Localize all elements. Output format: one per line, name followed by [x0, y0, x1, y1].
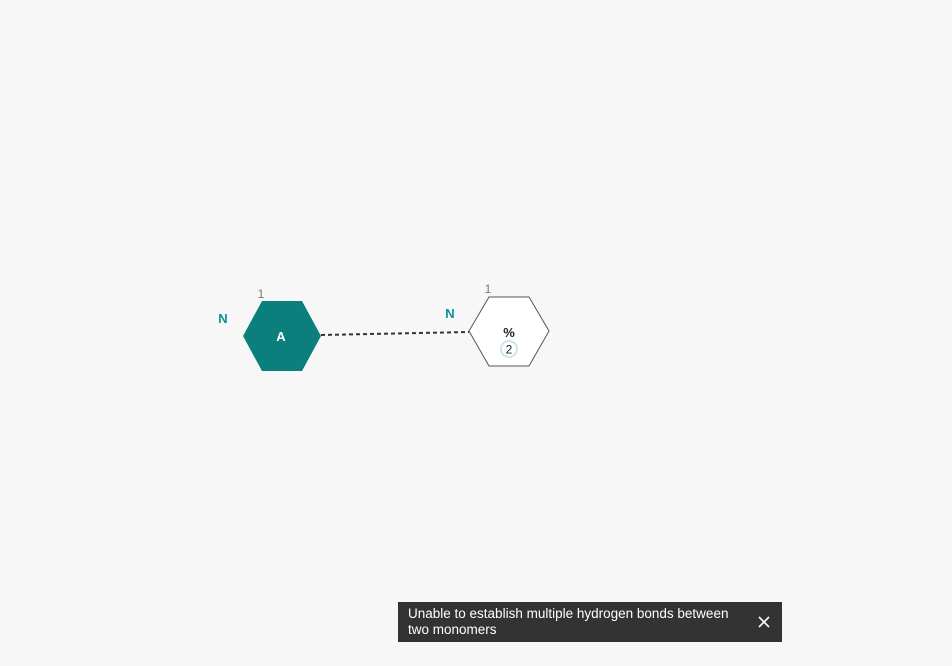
monomer-a-label: A: [276, 329, 286, 344]
toast-message: Unable to establish multiple hydrogen bo…: [408, 606, 729, 637]
monomer-percent[interactable]: % 2 1 N: [445, 282, 550, 367]
close-icon[interactable]: [752, 610, 776, 634]
monomer-a-side-label: N: [218, 311, 227, 326]
monomer-percent-badge: 2: [506, 343, 513, 357]
monomer-percent-label: %: [503, 325, 515, 340]
monomer-a[interactable]: A 1 N: [218, 287, 321, 371]
monomer-percent-index-label: 1: [485, 282, 492, 296]
error-toast: Unable to establish multiple hydrogen bo…: [398, 602, 782, 642]
structure-canvas[interactable]: A 1 N % 2 1 N: [0, 0, 952, 666]
monomer-percent-side-label: N: [445, 306, 454, 321]
hydrogen-bond[interactable]: [320, 331, 470, 336]
monomer-a-index-label: 1: [258, 287, 265, 301]
